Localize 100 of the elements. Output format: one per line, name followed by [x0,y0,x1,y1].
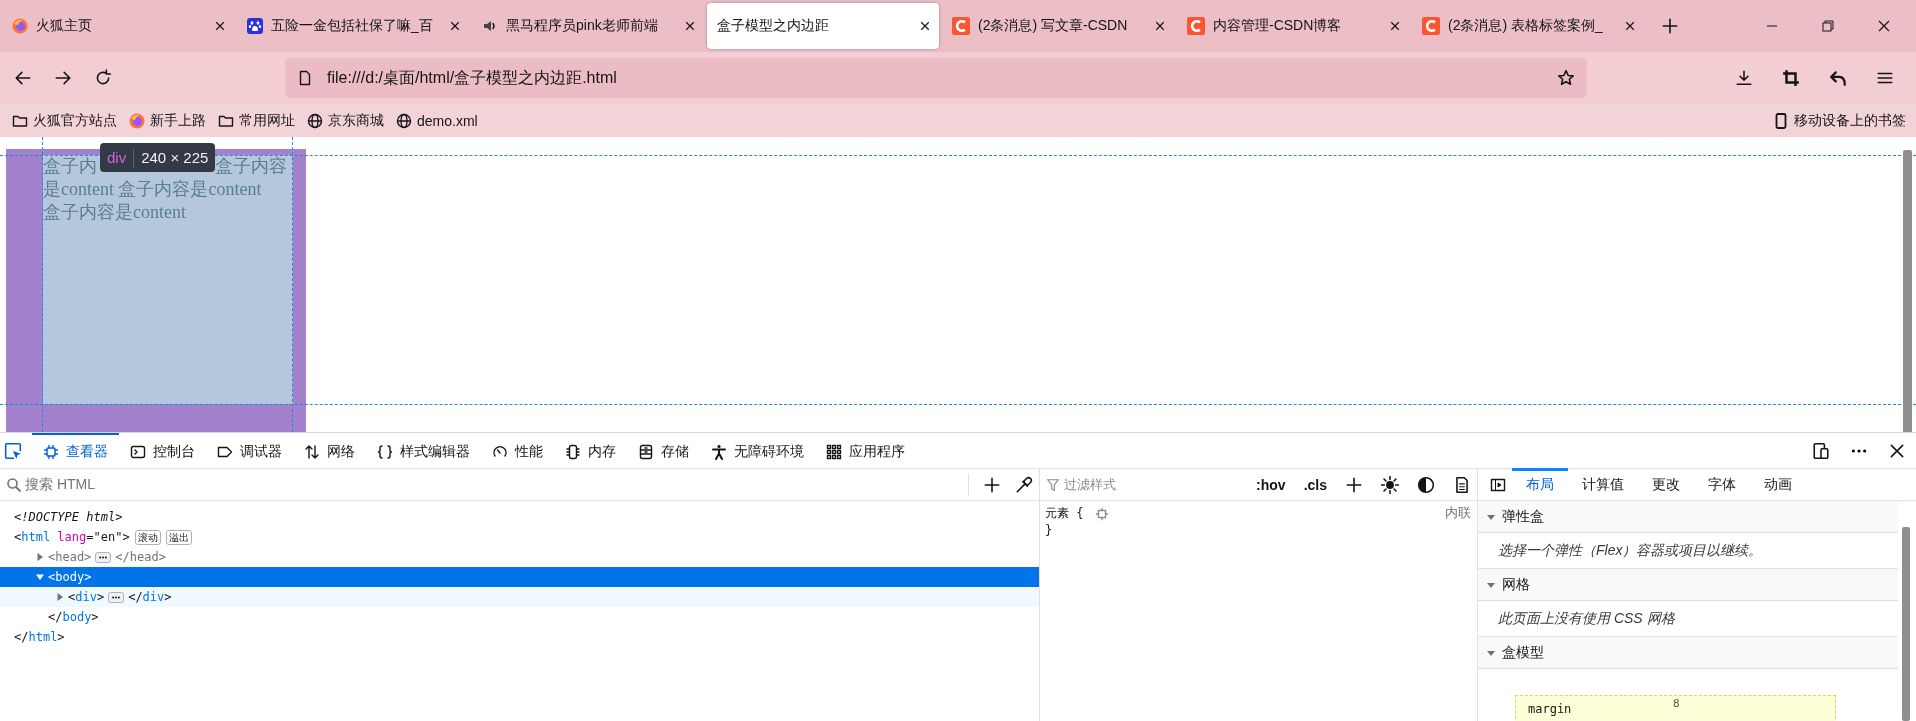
reload-icon[interactable] [94,69,112,87]
rule-selector: 元素 { [1045,505,1084,522]
back-arrow-icon[interactable] [14,69,32,87]
sidebar-tab[interactable]: 字体 [1694,467,1750,500]
star-icon[interactable] [1557,69,1575,87]
pick-element-icon[interactable] [4,441,22,460]
browser-tab[interactable]: 五险一金包括社保了嘛_百 [237,3,469,49]
browser-tab[interactable]: 火狐主页 [2,3,234,49]
devtools-tab[interactable]: 样式编辑器 [366,432,481,469]
browser-tab[interactable]: 黑马程序员pink老师前端 [472,3,704,49]
logo-icon [1422,17,1440,35]
eyedropper-icon[interactable] [1015,475,1033,494]
tooltip-tag: div [107,149,127,166]
up-down-arrows-icon[interactable] [304,443,320,460]
firefox-icon [129,112,145,129]
content-text: 是content 盒子内容是content [43,179,262,199]
filter-field[interactable]: 过滤样式 [1046,475,1239,494]
margin-value[interactable]: 8 [1673,697,1680,710]
bookmark-item[interactable]: 移动设备上的书签 [1773,111,1906,130]
phone-icon [1773,112,1789,129]
devtools-tab[interactable]: 调试器 [206,432,293,469]
undo-arrow-icon[interactable] [1829,69,1847,87]
download-icon[interactable] [1735,69,1753,87]
section-header[interactable]: 网格 [1478,569,1898,601]
braces-icon[interactable] [377,443,393,460]
storage-icon[interactable] [638,443,654,460]
devtools-tab[interactable]: 存储 [627,432,700,469]
memory-icon[interactable] [565,443,581,460]
section-header[interactable]: 盒模型 [1478,637,1898,669]
tree-node[interactable]: <body> [0,567,1039,587]
sidebar-tab[interactable]: 计算值 [1568,467,1638,500]
content-text: 盒子内容 [215,155,287,178]
responsive-icon[interactable] [1812,441,1830,460]
plus-icon[interactable] [1661,17,1679,35]
person-icon[interactable] [711,443,727,460]
devtools-tab[interactable]: 查看器 [32,432,119,469]
devtools-tab[interactable]: 应用程序 [815,432,916,469]
devtools-tab[interactable]: 控制台 [119,432,206,469]
tree-node[interactable]: <html lang="en"> 滚动 溢出 [0,527,1039,547]
rule-source[interactable]: 内联 [1445,504,1471,521]
browser-tab[interactable]: (2条消息) 表格标签案例_ [1412,3,1644,49]
rule-close: } [1045,522,1054,539]
section-note: 选择一个弹性（Flex）容器或项目以继续。 [1498,541,1763,560]
sidebar-tab[interactable]: 动画 [1750,467,1806,500]
browser-tab[interactable]: 盒子模型之内边距 [707,3,939,49]
grid-icon[interactable] [826,443,842,460]
crop-icon[interactable] [1782,69,1800,87]
close-icon[interactable] [214,20,226,32]
node-icon[interactable] [1095,506,1110,521]
paw-icon [247,18,263,34]
toggle-button[interactable]: .cls [1303,476,1327,493]
toggle-button[interactable]: :hov [1256,476,1286,493]
search-field[interactable]: 搜索 HTML [6,469,954,500]
search-icon [6,476,22,493]
scrollbar[interactable] [1902,527,1910,721]
restore-icon[interactable] [1820,18,1836,34]
browser-tab[interactable]: (2条消息) 写文章-CSDN [942,3,1174,49]
forward-arrow-icon[interactable] [54,69,72,87]
sidebar-toggle-icon[interactable] [1490,476,1506,493]
bookmark-item[interactable]: 京东商城 [307,111,384,130]
ellipsis-icon[interactable] [95,551,112,563]
sun-icon[interactable] [1381,475,1399,494]
bookmark-item[interactable]: 火狐官方站点 [12,111,117,130]
chip-icon[interactable] [43,443,59,460]
browser-tab[interactable]: 内容管理-CSDN博客 [1177,3,1409,49]
globe-icon [307,112,323,129]
filter-icon [1046,477,1060,492]
devtools-tab[interactable]: 性能 [481,432,554,469]
close-icon[interactable] [1154,20,1166,32]
tree-node[interactable]: </body> [0,607,1039,627]
close-icon[interactable] [919,20,931,32]
tree-node[interactable]: </html> [0,627,1039,647]
close-icon[interactable] [1876,18,1892,34]
address-field[interactable]: file:///d:/桌面/html/盒子模型之内边距.html [285,58,1587,98]
tree-node[interactable]: <!DOCTYPE html> [0,507,1039,527]
margin-label: margin [1528,702,1572,716]
devtools-tab[interactable]: 无障碍环境 [700,432,815,469]
plus-icon[interactable] [983,475,1001,494]
section-header[interactable]: 弹性盒 [1478,501,1898,533]
bookmark-item[interactable]: 常用网址 [218,111,295,130]
devtools-tab[interactable]: 网络 [293,432,366,469]
contrast-icon[interactable] [1417,475,1435,494]
close-icon[interactable] [1624,20,1636,32]
bookmark-item[interactable]: demo.xml [396,112,478,129]
tree-node[interactable]: <div> </div> [0,587,1039,607]
ellipsis-icon[interactable] [108,591,125,603]
console-icon[interactable] [130,443,146,460]
logo-icon [952,17,970,35]
sidebar-tab[interactable]: 更改 [1638,467,1694,500]
tree-node[interactable]: <head> </head> [0,547,1039,567]
document-icon[interactable] [1453,475,1471,494]
speaker-icon [482,18,498,34]
bookmark-item[interactable]: 新手上路 [129,111,206,130]
close-icon[interactable] [1389,20,1401,32]
content-text: 盒子内 [43,155,97,178]
scrollbar[interactable] [1903,150,1912,432]
close-icon[interactable] [449,20,461,32]
devtools-tab[interactable]: 内存 [554,432,627,469]
close-icon[interactable] [684,20,696,32]
plus-icon[interactable] [1345,475,1363,494]
